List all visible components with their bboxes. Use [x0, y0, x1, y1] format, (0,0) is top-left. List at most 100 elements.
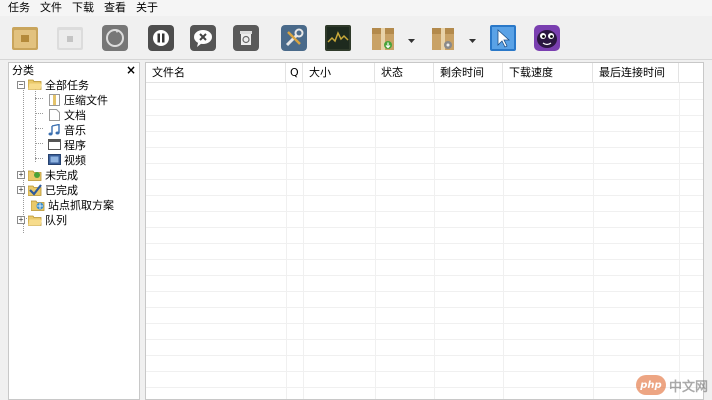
tree-item-incomplete[interactable]: + 未完成 [17, 167, 78, 182]
tree-guide [35, 84, 36, 162]
mascot-icon [533, 24, 561, 52]
tree-item-programs[interactable]: 程序 [47, 137, 86, 152]
menu-about[interactable]: 关于 [131, 0, 163, 16]
grid-line [146, 275, 703, 276]
tree-item-complete[interactable]: + 已完成 [17, 182, 78, 197]
grid-line [146, 291, 703, 292]
cursor-icon [489, 24, 517, 52]
watermark: php 中文网 [635, 374, 708, 396]
grid-line [146, 259, 703, 260]
download-box-button[interactable] [368, 23, 398, 53]
expand-toggle[interactable]: + [17, 185, 25, 194]
grid-line [146, 243, 703, 244]
grid-line [146, 211, 703, 212]
tree-guide [23, 85, 24, 233]
download-list-body [146, 83, 703, 399]
caret-down-icon [407, 33, 415, 46]
grid-line [146, 131, 703, 132]
settings-box-button[interactable] [428, 23, 458, 53]
grid-line [146, 307, 703, 308]
grid-line [146, 115, 703, 116]
tree-item-video[interactable]: 视频 [47, 152, 86, 167]
tree-item-label: 程序 [64, 138, 86, 152]
watermark-logo: php [635, 375, 666, 395]
grid-line [146, 163, 703, 164]
pause-button[interactable] [146, 23, 176, 53]
reload-icon [101, 24, 129, 52]
column-header-size[interactable]: 大小 [303, 63, 375, 83]
menu-download[interactable]: 下载 [67, 0, 99, 16]
tree-item-all[interactable]: − 全部任务 [17, 77, 89, 92]
tree-guide [35, 128, 43, 129]
options-icon [280, 24, 308, 52]
expand-toggle[interactable]: + [17, 215, 25, 224]
category-panel-header: 分类 × [9, 63, 139, 77]
category-panel-title: 分类 [12, 64, 34, 77]
tree-item-documents[interactable]: 文档 [47, 107, 86, 122]
grid-line [146, 387, 703, 388]
document-icon [47, 108, 61, 121]
queue-folder-icon [28, 214, 42, 226]
add-task-button[interactable] [10, 23, 40, 53]
grid-line [146, 179, 703, 180]
tree-item-label: 视频 [64, 153, 86, 167]
column-header-time-left[interactable]: 剩余时间 [434, 63, 503, 83]
settings-dropdown-arrow[interactable] [467, 35, 477, 43]
expand-toggle[interactable]: + [17, 170, 25, 179]
tree-item-compressed[interactable]: 压缩文件 [47, 92, 108, 107]
stop-icon [189, 24, 217, 52]
column-header-speed[interactable]: 下载速度 [503, 63, 593, 83]
grid-line [146, 323, 703, 324]
collapse-toggle[interactable]: − [17, 80, 25, 89]
tree-item-label: 音乐 [64, 123, 86, 137]
column-header-last-connect[interactable]: 最后连接时间 [593, 63, 679, 83]
tree-item-label: 全部任务 [45, 78, 89, 92]
tree-guide [35, 158, 43, 159]
tree-item-music[interactable]: 音乐 [47, 122, 86, 137]
column-header-filename[interactable]: 文件名 [146, 63, 286, 83]
grid-line [146, 355, 703, 356]
delete-icon [232, 24, 260, 52]
monitor-icon [324, 24, 352, 52]
site-grab-icon [31, 199, 45, 211]
download-list-header: 文件名 Q 大小 状态 剩余时间 下载速度 最后连接时间 [146, 63, 703, 83]
stop-button[interactable] [188, 23, 218, 53]
grid-line [146, 227, 703, 228]
pause-icon [147, 24, 175, 52]
tree-item-label: 已完成 [45, 183, 78, 197]
music-note-icon [47, 123, 61, 136]
close-panel-button[interactable]: × [126, 64, 136, 76]
options-button[interactable] [279, 23, 309, 53]
download-list[interactable]: 文件名 Q 大小 状态 剩余时间 下载速度 最后连接时间 [145, 62, 704, 400]
menu-view[interactable]: 查看 [99, 0, 131, 16]
reload-button[interactable] [100, 23, 130, 53]
mascot-button[interactable] [532, 23, 562, 53]
category-panel: 分类 × − 全部任务 压缩文件 文档 音乐 程序 视频 + 未完成 + 已完成… [8, 62, 140, 400]
download-dropdown-arrow[interactable] [406, 35, 416, 43]
checkmark-folder-icon [28, 183, 42, 196]
tree-item-queue[interactable]: + 队列 [17, 212, 67, 227]
tree-item-label: 队列 [45, 213, 67, 227]
column-header-status[interactable]: 状态 [375, 63, 434, 83]
folder-open-icon [28, 79, 42, 91]
tree-item-label: 站点抓取方案 [48, 198, 114, 212]
toolbar [0, 16, 712, 60]
new-icon [56, 25, 84, 51]
program-window-icon [47, 139, 61, 151]
tree-item-label: 未完成 [45, 168, 78, 182]
video-icon [47, 154, 61, 166]
column-header-queue[interactable]: Q [286, 63, 303, 83]
new-task-button[interactable] [55, 23, 85, 53]
grid-line [146, 339, 703, 340]
grid-line [146, 99, 703, 100]
cursor-button[interactable] [488, 23, 518, 53]
grid-line [146, 147, 703, 148]
tree-guide [35, 98, 43, 99]
add-task-icon [11, 25, 39, 51]
menu-task[interactable]: 任务 [0, 0, 35, 16]
menu-file[interactable]: 文件 [35, 0, 67, 16]
tree-item-site-grab[interactable]: 站点抓取方案 [31, 197, 114, 212]
monitor-button[interactable] [323, 23, 353, 53]
tree-item-label: 文档 [64, 108, 86, 122]
delete-button[interactable] [231, 23, 261, 53]
